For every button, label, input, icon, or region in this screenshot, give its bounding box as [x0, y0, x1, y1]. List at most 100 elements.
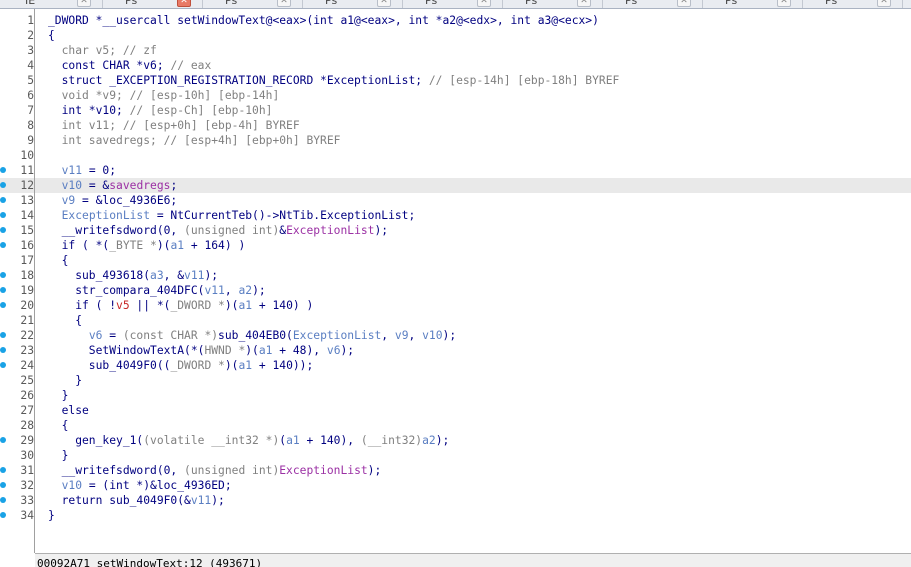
- code-line[interactable]: }: [35, 388, 911, 403]
- code-token: + 140),: [299, 434, 361, 447]
- code-token: int savedregs; // [esp+4h] [ebp+0h] BYRE…: [48, 134, 341, 147]
- code-token: v6: [326, 344, 341, 357]
- line-number: 7: [27, 104, 34, 117]
- code-line[interactable]: sub_4049F0((_DWORD *)(a1 + 140));: [35, 358, 911, 373]
- gutter-line: 32: [0, 478, 34, 493]
- code-line[interactable]: const CHAR *v6; // eax: [35, 58, 911, 73]
- line-number: 26: [20, 389, 34, 402]
- close-tab-icon[interactable]: ✕: [77, 0, 91, 7]
- code-text: {: [48, 313, 82, 328]
- gutter-line: 21: [0, 313, 34, 328]
- line-number: 30: [20, 449, 34, 462]
- code-line[interactable]: struct _EXCEPTION_REGISTRATION_RECORD *E…: [35, 73, 911, 88]
- line-number: 27: [20, 404, 34, 417]
- code-line[interactable]: ExceptionList = NtCurrentTeb()->NtTib.Ex…: [35, 208, 911, 223]
- gutter-line: 20: [0, 298, 34, 313]
- code-line[interactable]: {: [35, 418, 911, 433]
- code-line[interactable]: return sub_4049F0(&v11);: [35, 493, 911, 508]
- line-number: 13: [20, 194, 34, 207]
- code-token: // eax: [170, 59, 212, 72]
- code-token: ExceptionList: [292, 329, 382, 342]
- code-token: {: [48, 29, 55, 42]
- code-token: );: [211, 494, 225, 507]
- code-token: sub_4049F0((: [48, 359, 171, 372]
- gutter-line: 3: [0, 43, 34, 58]
- code-token: {: [48, 314, 83, 327]
- line-number: 31: [20, 464, 34, 477]
- tab-3[interactable]: Ps ✕: [203, 0, 303, 8]
- code-line[interactable]: else: [35, 403, 911, 418]
- code-text: gen_key_1((volatile __int32 *)(a1 + 140)…: [48, 433, 449, 448]
- tab-2[interactable]: Ps ✕: [103, 0, 203, 8]
- code-line[interactable]: v10 = &savedregs;: [35, 178, 911, 193]
- code-line[interactable]: char v5; // zf: [35, 43, 911, 58]
- code-text: if ( !v5 || *(_DWORD *)(a1 + 140) ): [48, 298, 313, 313]
- line-number: 19: [20, 284, 34, 297]
- tab-label: Ps: [125, 0, 138, 7]
- code-token: str_compara_404DFC(: [48, 284, 205, 297]
- code-token: void *v9; // [esp-10h] [ebp-14h]: [48, 89, 280, 102]
- code-token: );: [374, 224, 389, 237]
- code-token: char v5; // zf: [48, 44, 157, 57]
- code-text: SetWindowTextA(*(HWND *)(a1 + 48), v6);: [48, 343, 354, 358]
- code-line[interactable]: if ( !v5 || *(_DWORD *)(a1 + 140) ): [35, 298, 911, 313]
- code-token: }: [48, 449, 69, 462]
- code-line[interactable]: v10 = (int *)&loc_4936ED;: [35, 478, 911, 493]
- code-line[interactable]: }: [35, 373, 911, 388]
- code-line[interactable]: void *v9; // [esp-10h] [ebp-14h]: [35, 88, 911, 103]
- pseudocode-view[interactable]: _DWORD *__usercall setWindowText@<eax>(i…: [35, 9, 911, 553]
- tab-6[interactable]: Ps ✕: [503, 0, 603, 8]
- code-token: )(: [224, 359, 239, 372]
- close-tab-icon[interactable]: ✕: [377, 0, 391, 7]
- code-line[interactable]: int *v10; // [esp-Ch] [ebp-10h]: [35, 103, 911, 118]
- code-token: + 140) ): [252, 299, 314, 312]
- gutter-line: 11: [0, 163, 34, 178]
- code-token: + 48),: [272, 344, 327, 357]
- tab-8[interactable]: Ps ✕: [703, 0, 803, 8]
- tab-9[interactable]: Ps ✕: [803, 0, 903, 8]
- code-line[interactable]: __writefsdword(0, (unsigned int)&Excepti…: [35, 223, 911, 238]
- code-line[interactable]: SetWindowTextA(*(HWND *)(a1 + 48), v6);: [35, 343, 911, 358]
- tab-5[interactable]: Ps ✕: [403, 0, 503, 8]
- code-token: = NtCurrentTeb()->NtTib.ExceptionList;: [150, 209, 416, 222]
- close-tab-icon[interactable]: ✕: [877, 0, 891, 7]
- code-line[interactable]: if ( *(_BYTE *)(a1 + 164) ): [35, 238, 911, 253]
- code-line[interactable]: int v11; // [esp+0h] [ebp-4h] BYREF: [35, 118, 911, 133]
- code-line[interactable]: }: [35, 448, 911, 463]
- gutter-line: 29: [0, 433, 34, 448]
- code-text: __writefsdword(0, (unsigned int)&Excepti…: [48, 223, 389, 238]
- code-line[interactable]: sub_493618(a3, &v11);: [35, 268, 911, 283]
- code-line[interactable]: _DWORD *__usercall setWindowText@<eax>(i…: [35, 13, 911, 28]
- code-line[interactable]: v11 = 0;: [35, 163, 911, 178]
- close-tab-icon[interactable]: ✕: [477, 0, 491, 7]
- gutter-line: 31: [0, 463, 34, 478]
- tab-7[interactable]: Ps ✕: [603, 0, 703, 8]
- code-line[interactable]: gen_key_1((volatile __int32 *)(a1 + 140)…: [35, 433, 911, 448]
- code-token: , &: [163, 269, 185, 282]
- close-tab-icon[interactable]: ✕: [777, 0, 791, 7]
- close-tab-icon[interactable]: ✕: [277, 0, 291, 7]
- code-line[interactable]: str_compara_404DFC(v11, a2);: [35, 283, 911, 298]
- close-tab-icon[interactable]: ✕: [677, 0, 691, 7]
- code-line[interactable]: }: [35, 508, 911, 523]
- code-line[interactable]: {: [35, 313, 911, 328]
- code-text: int *v10; // [esp-Ch] [ebp-10h]: [48, 103, 273, 118]
- code-line[interactable]: v9 = &loc_4936E6;: [35, 193, 911, 208]
- tab-4[interactable]: Ps ✕: [303, 0, 403, 8]
- close-tab-icon[interactable]: ✕: [577, 0, 591, 7]
- code-line[interactable]: int savedregs; // [esp+4h] [ebp+0h] BYRE…: [35, 133, 911, 148]
- code-token: + 140));: [252, 359, 314, 372]
- code-line[interactable]: {: [35, 253, 911, 268]
- code-text: void *v9; // [esp-10h] [ebp-14h]: [48, 88, 280, 103]
- code-line[interactable]: [35, 148, 911, 163]
- code-line[interactable]: __writefsdword(0, (unsigned int)Exceptio…: [35, 463, 911, 478]
- status-address: 00092A71 setWindowText:12 (493671): [37, 557, 263, 567]
- tab-1[interactable]: IE ✕: [3, 0, 103, 8]
- code-token: gen_key_1(: [48, 434, 144, 447]
- close-tab-icon[interactable]: ✕: [177, 0, 191, 7]
- gutter-line: 2: [0, 28, 34, 43]
- code-line[interactable]: {: [35, 28, 911, 43]
- code-text: v6 = (const CHAR *)sub_404EB0(ExceptionL…: [48, 328, 456, 343]
- code-line[interactable]: v6 = (const CHAR *)sub_404EB0(ExceptionL…: [35, 328, 911, 343]
- gutter-line: 4: [0, 58, 34, 73]
